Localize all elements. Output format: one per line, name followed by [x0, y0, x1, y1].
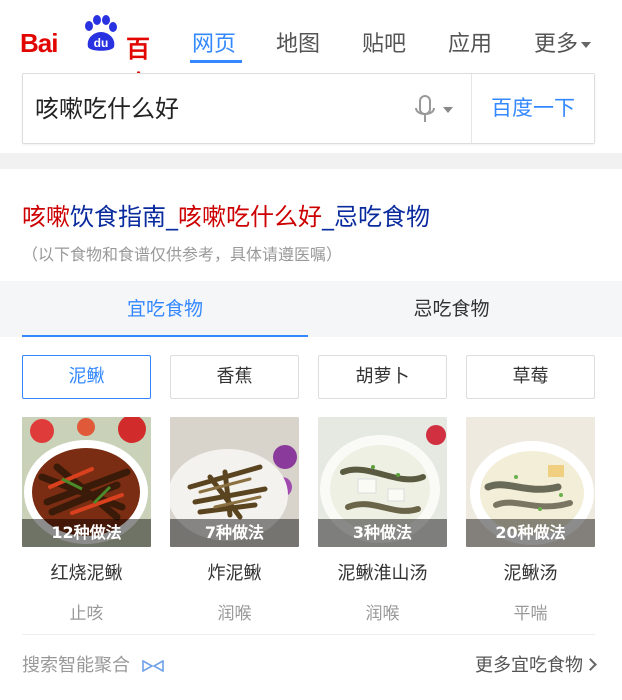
chip-loach[interactable]: 泥鳅: [22, 355, 151, 399]
smart-aggregation-label: 搜索智能聚合: [22, 651, 164, 677]
top-nav: 网页 地图 贴吧 应用 更多: [0, 0, 622, 70]
recipe-count: 20种做法: [466, 519, 595, 547]
chip-strawberry[interactable]: 草莓: [466, 355, 595, 399]
food-item[interactable]: 7种做法 炸泥鳅 润喉: [170, 417, 299, 624]
title-part: 咳嗽: [22, 203, 70, 231]
food-item[interactable]: 12种做法 红烧泥鳅 止咳: [22, 417, 151, 624]
food-name[interactable]: 红烧泥鳅: [22, 559, 151, 585]
search-input[interactable]: [35, 92, 395, 120]
header: Bai du 百度 网页 地图 贴吧 应用 更多: [0, 0, 622, 98]
food-image[interactable]: 12种做法: [22, 417, 151, 547]
nav-tab-tieba[interactable]: 贴吧: [362, 26, 406, 58]
nav-tab-apps[interactable]: 应用: [448, 26, 492, 58]
recipe-count: 7种做法: [170, 519, 299, 547]
food-effect: 润喉: [365, 604, 400, 624]
food-name[interactable]: 炸泥鳅: [170, 559, 299, 585]
food-list: 12种做法 红烧泥鳅 止咳 7种做法 炸泥鳅 润喉 3种做法 泥鳅淮山汤 润喉 …: [22, 417, 595, 627]
food-effect: 平喘: [513, 604, 548, 624]
chip-carrot[interactable]: 胡萝卜: [318, 355, 447, 399]
tab-active-indicator: [22, 335, 308, 337]
smart-aggregation-text: 搜索智能聚合: [22, 655, 130, 676]
food-image[interactable]: 7种做法: [170, 417, 299, 547]
result-subtitle: （以下食物和食谱仅供参考，具体请遵医嘱）: [22, 245, 343, 264]
food-name[interactable]: 泥鳅淮山汤: [318, 559, 447, 585]
nav-tab-web[interactable]: 网页: [192, 26, 236, 58]
chip-banana[interactable]: 香蕉: [170, 355, 299, 399]
search-button[interactable]: 百度一下: [472, 74, 594, 143]
more-recommended-foods-link[interactable]: 更多宜吃食物: [475, 651, 597, 677]
food-effect: 润喉: [217, 604, 252, 624]
recipe-count: 3种做法: [318, 519, 447, 547]
recipe-count: 12种做法: [22, 519, 151, 547]
microphone-icon[interactable]: [411, 94, 439, 126]
tab-recommended-foods[interactable]: 宜吃食物: [22, 281, 308, 337]
result-card: 咳嗽饮食指南_咳嗽吃什么好_忌吃食物 （以下食物和食谱仅供参考，具体请遵医嘱） …: [0, 169, 622, 700]
result-title-link[interactable]: 咳嗽饮食指南_咳嗽吃什么好_忌吃食物: [22, 197, 430, 232]
food-item[interactable]: 20种做法 泥鳅汤 平喘: [466, 417, 595, 624]
nav-tab-map[interactable]: 地图: [276, 26, 320, 58]
nav-tab-more[interactable]: 更多: [534, 26, 592, 58]
nav-more-label: 更多: [534, 32, 579, 57]
title-part: 咳嗽吃什么好: [178, 203, 322, 231]
food-item[interactable]: 3种做法 泥鳅淮山汤 润喉: [318, 417, 447, 624]
chevron-right-icon: [584, 657, 597, 671]
bowtie-icon: [141, 660, 164, 672]
voice-options-caret-icon[interactable]: [443, 107, 453, 113]
search-box: 百度一下: [22, 73, 595, 144]
nav-active-indicator: [190, 60, 242, 63]
title-part: _忌吃食物: [322, 203, 430, 231]
section-separator: [0, 153, 622, 169]
food-effect: 止咳: [69, 604, 104, 624]
footer-divider: [22, 634, 595, 635]
food-image[interactable]: 20种做法: [466, 417, 595, 547]
more-foods-label: 更多宜吃食物: [475, 655, 583, 676]
food-image[interactable]: 3种做法: [318, 417, 447, 547]
tab-avoid-foods[interactable]: 忌吃食物: [308, 281, 595, 337]
food-chips: 泥鳅 香蕉 胡萝卜 草莓: [22, 355, 595, 399]
food-name[interactable]: 泥鳅汤: [466, 559, 595, 585]
caret-down-icon: [581, 42, 592, 48]
title-part: 饮食指南_: [70, 203, 178, 231]
food-tabs: 宜吃食物 忌吃食物: [0, 281, 622, 337]
